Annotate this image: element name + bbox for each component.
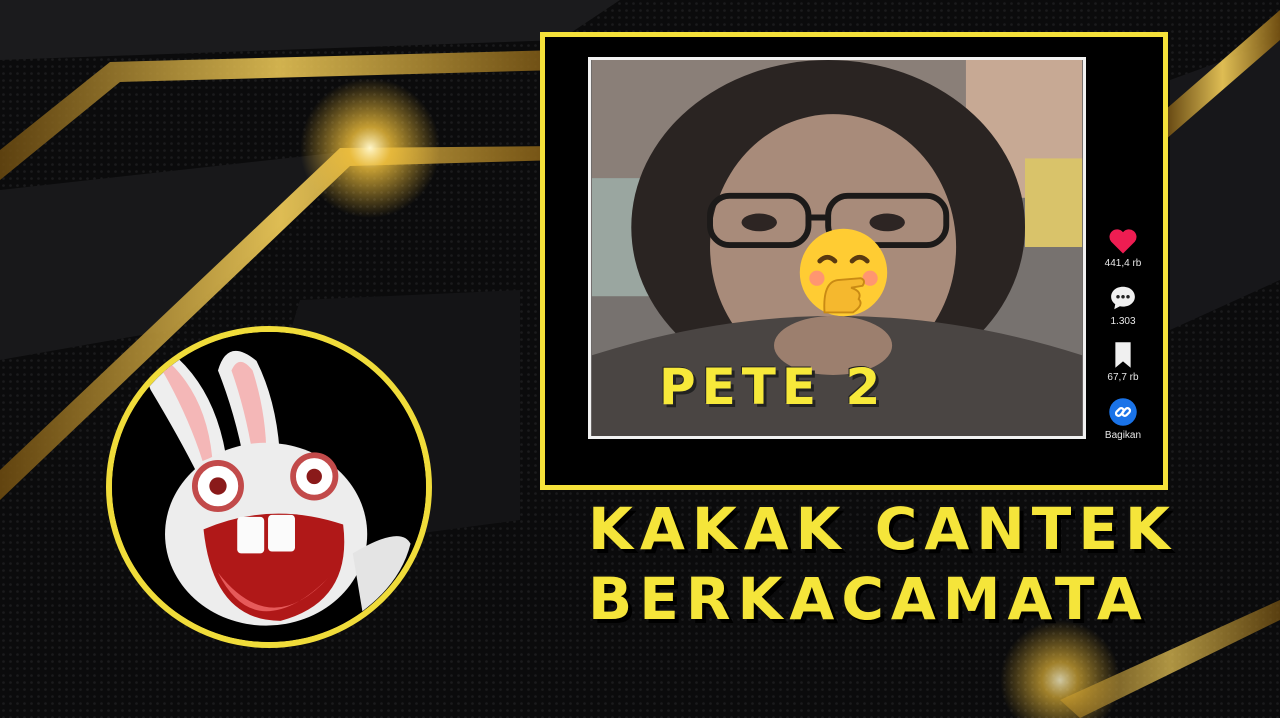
hand-over-mouth-emoji-icon [799, 228, 888, 317]
comment-icon [1111, 286, 1135, 310]
bookmark-button[interactable]: 67,7 rb [1107, 341, 1139, 383]
bookmark-count: 67,7 rb [1107, 372, 1139, 383]
caption-line-1: KAKAK CANTEK [588, 495, 1177, 563]
caption-line-2: BERKACAMATA [588, 565, 1149, 633]
share-label: Bagikan [1104, 430, 1142, 441]
heart-icon [1109, 229, 1137, 254]
like-button[interactable]: 441,4 rb [1104, 227, 1142, 269]
rabbid-character-icon [112, 332, 426, 642]
comment-count: 1.303 [1110, 316, 1136, 327]
bookmark-icon [1115, 342, 1131, 368]
comment-button[interactable]: 1.303 [1108, 283, 1138, 327]
caption-title: KAKAK CANTEK BERKACAMATA [588, 494, 1177, 634]
action-sidebar: 441,4 rb 1.303 67,7 rb Bagikan [1098, 227, 1148, 455]
video-frame: PETE 2 441,4 rb 1.303 67,7 rb Bagikan [540, 32, 1168, 490]
video-title: PETE 2 [659, 358, 887, 416]
like-count: 441,4 rb [1104, 258, 1142, 269]
channel-avatar[interactable] [106, 326, 432, 648]
share-button[interactable]: Bagikan [1105, 397, 1141, 441]
video-thumbnail[interactable]: PETE 2 [588, 57, 1086, 439]
link-icon [1109, 398, 1137, 426]
